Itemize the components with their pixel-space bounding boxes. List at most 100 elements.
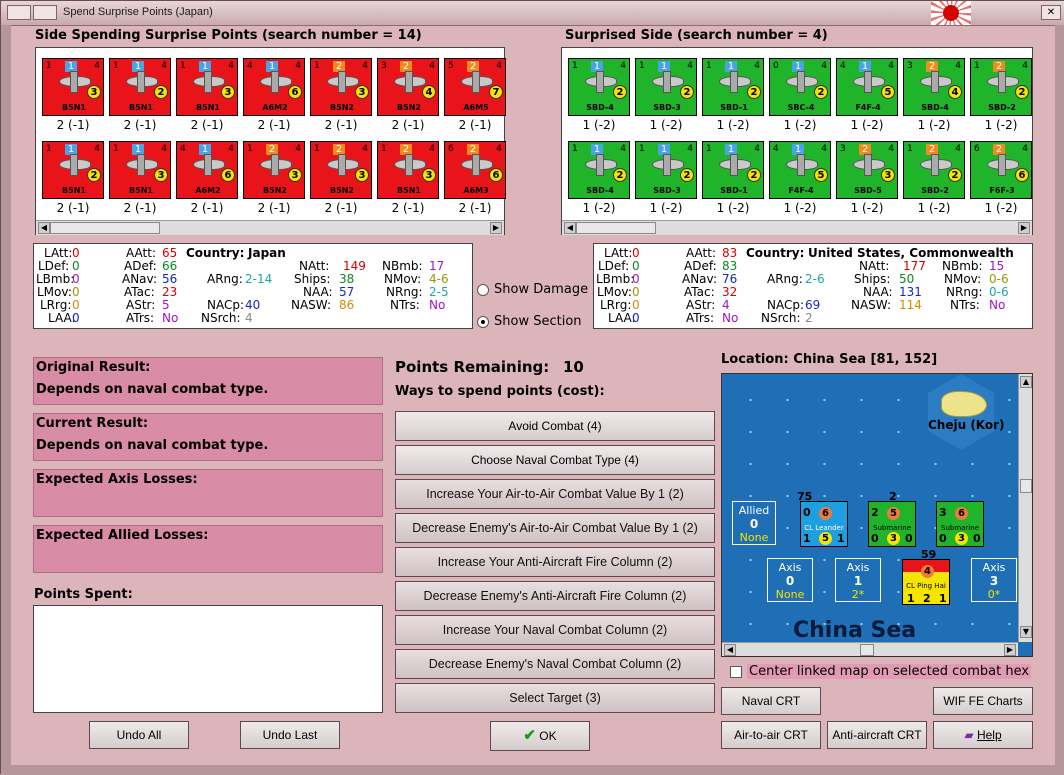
counter-right-value: 4 [955,61,961,71]
title-bar: Spend Surprise Points (Japan) ✕ [1,1,1064,26]
scroll-up-arrow-icon[interactable]: ▲ [1020,376,1032,388]
unit-counter[interactable]: 1 4 4 5 F4F-4 [769,141,831,199]
unit-counter[interactable]: 1 1 4 2 SBD-3 [635,141,697,199]
unit-counter[interactable]: 1 1 4 3 B5N1 [109,141,171,199]
scroll-thumb[interactable] [50,222,160,234]
rising-sun-flag-icon [931,1,971,25]
counter-value-text: 2 (-1) [391,201,425,215]
unit-counter[interactable]: 1 1 4 2 B5N1 [42,141,104,199]
unit-counter[interactable]: 1 1 4 2 SBD-1 [702,58,764,116]
right-units-scrollbar[interactable]: ◀ ▶ [562,220,1032,235]
center-linked-label[interactable]: Center linked map on selected combat hex [747,664,1032,679]
ok-button[interactable]: ✔ OK [490,721,590,751]
show-damage-radio[interactable] [477,284,489,296]
scroll-right-arrow-icon[interactable]: ▶ [1018,222,1030,234]
unit-counter[interactable]: 2 6 4 6 F6F-3 [970,141,1032,199]
counter-right-value: 4 [362,144,368,154]
unit-counter[interactable]: 1 4 4 6 A6M2 [176,141,238,199]
show-section-label[interactable]: Show Section [494,314,582,329]
axis-box-1[interactable]: Axis 1 2* [835,558,881,602]
counter-left-value: 3 [907,61,913,71]
system-menu-button[interactable] [7,5,31,20]
unit-counter[interactable]: 1 1 4 3 B5N1 [42,58,104,116]
ship-counter-leander[interactable]: 75 0 6 CL Leander 1 5 1 [797,490,848,547]
counter-name: B5N2 [397,103,421,112]
map-vertical-scrollbar[interactable]: ▲ ▼ [1018,374,1032,642]
show-damage-label[interactable]: Show Damage [494,282,588,297]
unit-counter[interactable]: 2 3 4 3 SBD-5 [836,141,898,199]
counter-right-value: 4 [888,61,894,71]
unit-counter[interactable]: 2 1 4 3 B5N2 [243,141,305,199]
map-horizontal-scrollbar[interactable]: ◀ ▶ [722,642,1018,656]
counter-left-value: 1 [381,144,387,154]
close-button[interactable]: ✕ [1041,5,1061,20]
action-button-6[interactable]: Increase Your Naval Combat Column (2) [395,615,715,645]
scroll-left-arrow-icon[interactable]: ◀ [564,222,576,234]
counter-left-value: 1 [46,61,52,71]
action-button-4[interactable]: Increase Your Anti-Aircraft Fire Column … [395,547,715,577]
unit-counter[interactable]: 2 1 4 2 SBD-2 [903,141,965,199]
stat-value-ships: 38 [339,272,355,286]
unit-counter[interactable]: 1 1 4 2 SBD-3 [635,58,697,116]
unit-counter[interactable]: 1 1 4 2 SBD-4 [568,141,630,199]
center-linked-checkbox[interactable] [730,666,742,678]
allied-box[interactable]: Allied 0 None [732,501,776,545]
counter-circle-value: 2 [814,85,828,99]
action-button-5[interactable]: Decrease Enemy's Anti-Aircraft Fire Colu… [395,581,715,611]
unit-counter[interactable]: 2 1 4 3 B5N1 [377,141,439,199]
axis-box-0[interactable]: Axis 0 None [767,558,813,602]
scroll-thumb[interactable] [576,222,656,234]
ship-counter-ping-hai[interactable]: 59 4 CL Ping Hai 1 2 1 [902,548,950,605]
unit-counter[interactable]: 1 1 4 2 B5N1 [109,58,171,116]
stat-value-laa: 0 [72,311,80,325]
unit-counter[interactable]: 2 3 4 4 B5N2 [377,58,439,116]
unit-counter[interactable]: 1 1 4 2 SBD-4 [568,58,630,116]
points-spent-list[interactable] [33,605,383,713]
action-button-8[interactable]: Select Target (3) [395,683,715,713]
action-button-3[interactable]: Decrease Enemy's Air-to-Air Combat Value… [395,513,715,543]
unit-counter[interactable]: 1 1 4 3 B5N1 [176,58,238,116]
ship-value: 6 [819,507,832,520]
counter-name: B5N1 [196,103,220,112]
unit-counter[interactable]: 1 4 4 6 A6M2 [243,58,305,116]
scroll-right-arrow-icon[interactable]: ▶ [1004,644,1016,656]
scroll-thumb[interactable] [860,644,874,656]
unit-counter[interactable]: 2 3 4 4 SBD-4 [903,58,965,116]
action-button-0[interactable]: Avoid Combat (4) [395,411,715,441]
ship-counter-submarine-1[interactable]: 2 2 5 Submarine 0 3 0 [868,490,916,547]
scroll-down-arrow-icon[interactable]: ▼ [1020,626,1032,638]
undo-last-button[interactable]: Undo Last [240,721,340,749]
counter-value-text: 2 (-1) [56,118,90,132]
unit-counter[interactable]: 1 4 4 5 F4F-4 [836,58,898,116]
unit-counter[interactable]: 2 1 4 3 B5N2 [310,141,372,199]
scroll-left-arrow-icon[interactable]: ◀ [724,644,736,656]
scroll-right-arrow-icon[interactable]: ▶ [490,222,502,234]
left-units-scrollbar[interactable]: ◀ ▶ [36,220,504,235]
counter-circle-value: 6 [288,85,302,99]
action-button-1[interactable]: Choose Naval Combat Type (4) [395,445,715,475]
naval-crt-button[interactable]: Naval CRT [721,687,821,715]
ship-counter-submarine-2[interactable]: 3 6 Submarine 0 3 0 [936,501,984,547]
counter-left-value: 1 [974,61,980,71]
action-button-7[interactable]: Decrease Enemy's Naval Combat Column (2) [395,649,715,679]
action-button-2[interactable]: Increase Your Air-to-Air Combat Value By… [395,479,715,509]
scroll-thumb[interactable] [1020,479,1032,493]
unit-counter[interactable]: 2 1 4 2 SBD-2 [970,58,1032,116]
current-result-label: Current Result: [36,416,149,431]
scroll-left-arrow-icon[interactable]: ◀ [38,222,50,234]
anti-aircraft-crt-button[interactable]: Anti-aircraft CRT [827,721,927,749]
unit-counter[interactable]: 2 1 4 3 B5N2 [310,58,372,116]
minimize-button[interactable] [33,5,57,20]
undo-all-button[interactable]: Undo All [89,721,189,749]
unit-counter[interactable]: 1 0 4 2 SBC-4 [769,58,831,116]
counter-circle-value: 2 [747,168,761,182]
unit-counter[interactable]: 1 1 4 2 SBD-1 [702,141,764,199]
help-button[interactable]: ▰ Help [933,721,1033,749]
unit-counter[interactable]: 2 5 4 7 A6M5 [444,58,506,116]
unit-counter[interactable]: 2 6 4 6 A6M3 [444,141,506,199]
wif-fe-charts-button[interactable]: WIF FE Charts [933,687,1033,715]
ship-value: 3 [955,532,968,545]
air-to-air-crt-button[interactable]: Air-to-air CRT [721,721,821,749]
show-section-radio[interactable] [477,316,489,328]
axis-box-2[interactable]: Axis 3 0* [971,558,1017,602]
